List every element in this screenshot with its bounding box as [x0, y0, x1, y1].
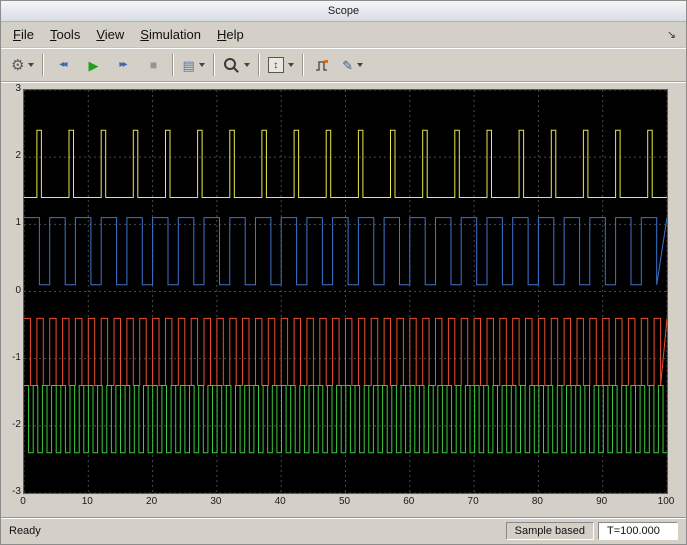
trigger-button[interactable] — [308, 52, 338, 78]
waveform-svg — [24, 90, 667, 493]
x-tick-label: 50 — [333, 496, 357, 507]
status-ready: Ready — [9, 525, 41, 537]
x-tick-label: 10 — [75, 496, 99, 507]
chevron-down-icon — [28, 63, 34, 67]
chevron-down-icon — [357, 63, 363, 67]
dock-button[interactable]: ↘ — [661, 28, 682, 41]
trigger-icon — [315, 59, 331, 72]
menu-help-label: Help — [217, 27, 244, 42]
menu-bar: File Tools View Simulation Help ↘ — [1, 22, 686, 48]
zoom-icon — [224, 58, 236, 70]
y-tick-label: 0 — [3, 285, 21, 296]
stop-button[interactable]: ■ — [138, 52, 168, 78]
rewind-icon: ◂◂ — [59, 60, 67, 70]
menu-tools-label: Tools — [50, 27, 80, 42]
scope-window: Scope File Tools View Simulation Help ↘ … — [0, 0, 687, 545]
span-button[interactable]: ↕ — [264, 52, 298, 78]
dock-arrow-icon: ↘ — [667, 29, 676, 41]
toolbar: ⚙ ◂◂ ▶ ▸▸ ■ ▤ ↕ — [1, 48, 686, 82]
x-tick-label: 20 — [140, 496, 164, 507]
x-tick-label: 80 — [525, 496, 549, 507]
step-forward-icon: ▸▸ — [119, 60, 127, 70]
menu-simulation[interactable]: Simulation — [132, 24, 209, 45]
y-tick-label: 3 — [3, 83, 21, 94]
toolbar-separator — [213, 54, 215, 76]
x-tick-label: 40 — [268, 496, 292, 507]
run-button[interactable]: ▶ — [78, 52, 108, 78]
signal-selector-icon: ▤ — [182, 59, 194, 72]
status-bar: Ready Sample based T=100.000 — [1, 517, 686, 544]
menu-tools[interactable]: Tools — [42, 24, 88, 45]
menu-file-label: File — [13, 27, 34, 42]
zoom-button[interactable] — [219, 52, 254, 78]
plot-canvas[interactable] — [23, 89, 668, 494]
fit-to-view-icon: ↕ — [268, 57, 284, 73]
menu-view[interactable]: View — [88, 24, 132, 45]
y-tick-label: 1 — [3, 217, 21, 228]
measurements-icon: ✎ — [342, 59, 353, 72]
chevron-down-icon — [288, 63, 294, 67]
menu-view-label: View — [96, 27, 124, 42]
settings-button[interactable]: ⚙ — [7, 52, 38, 78]
step-forward-button[interactable]: ▸▸ — [108, 52, 138, 78]
stop-icon: ■ — [150, 59, 157, 71]
x-tick-label: 100 — [654, 496, 678, 507]
menu-file[interactable]: File — [5, 24, 42, 45]
gear-icon: ⚙ — [11, 58, 24, 73]
x-tick-label: 0 — [11, 496, 35, 507]
plot-region: 3210-1-2-30102030405060708090100 — [1, 79, 686, 517]
toolbar-separator — [42, 54, 44, 76]
x-tick-label: 90 — [590, 496, 614, 507]
menu-help[interactable]: Help — [209, 24, 252, 45]
x-tick-label: 70 — [461, 496, 485, 507]
menu-simulation-label: Simulation — [140, 27, 201, 42]
x-tick-label: 30 — [204, 496, 228, 507]
x-tick-label: 60 — [397, 496, 421, 507]
toolbar-separator — [258, 54, 260, 76]
status-sim-time: T=100.000 — [598, 522, 678, 540]
toolbar-separator — [172, 54, 174, 76]
y-tick-label: -1 — [3, 352, 21, 363]
chevron-down-icon — [244, 63, 250, 67]
y-tick-label: -2 — [3, 419, 21, 430]
window-title: Scope — [328, 5, 359, 17]
title-bar: Scope — [1, 1, 686, 22]
status-sample-mode: Sample based — [506, 522, 594, 540]
rewind-button[interactable]: ◂◂ — [48, 52, 78, 78]
y-tick-label: 2 — [3, 150, 21, 161]
toolbar-separator — [302, 54, 304, 76]
signal-selector-button[interactable]: ▤ — [178, 52, 208, 78]
chevron-down-icon — [199, 63, 205, 67]
run-icon: ▶ — [88, 59, 98, 72]
measurements-button[interactable]: ✎ — [338, 52, 368, 78]
